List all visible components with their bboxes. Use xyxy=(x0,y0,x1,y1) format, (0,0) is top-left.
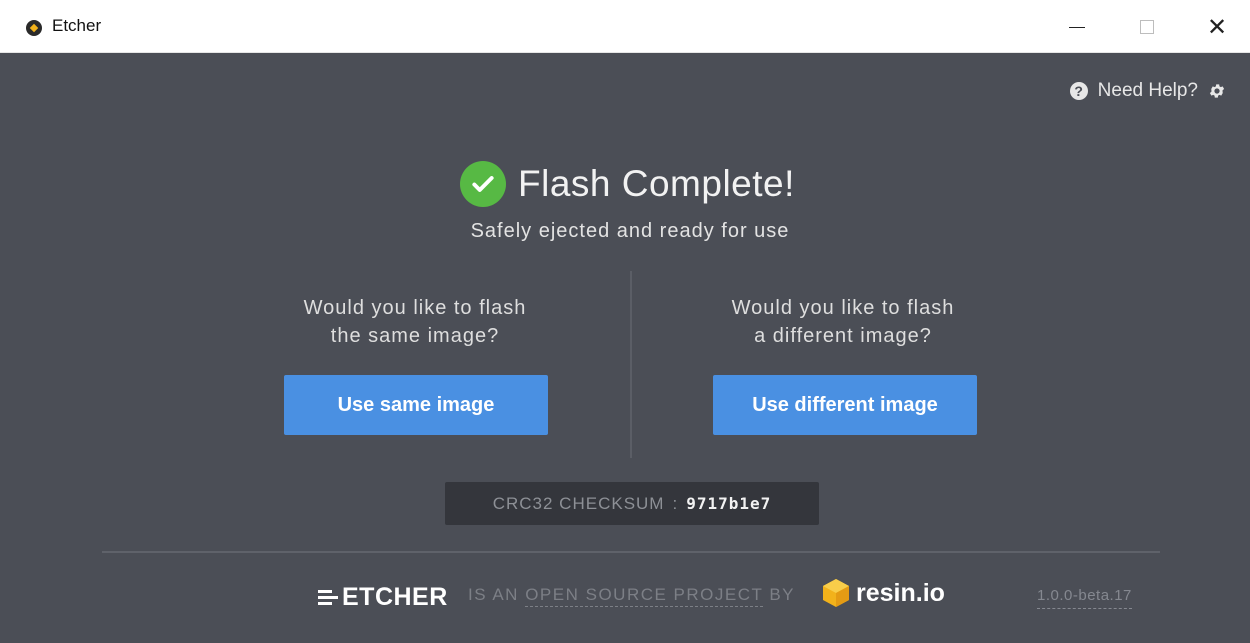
flash-complete-heading: Flash Complete! xyxy=(460,161,795,207)
page-subtitle: Safely ejected and ready for use xyxy=(470,220,790,242)
check-circle-icon xyxy=(460,161,506,207)
question-circle-icon[interactable]: ? xyxy=(1069,82,1088,100)
page-title: Flash Complete! xyxy=(518,163,795,204)
checksum-value: 9717b1e7 xyxy=(686,494,772,513)
different-image-prompt-line1: Would you like to flash xyxy=(731,297,955,319)
main-content: ? Need Help? Flash Complete! Safely ejec… xyxy=(10,53,1250,643)
footer-attribution: IS AN OPEN SOURCE PROJECT BY xyxy=(468,585,796,607)
etcher-logo-text: ETCHER xyxy=(342,583,448,611)
resin-cube-icon xyxy=(823,579,849,607)
checksum-separator: : xyxy=(672,493,679,513)
version-label[interactable]: 1.0.0-beta.17 xyxy=(1037,587,1132,609)
gear-icon[interactable] xyxy=(1208,82,1226,100)
resin-io-logo[interactable]: resin.io xyxy=(822,578,945,608)
window-title: Etcher xyxy=(52,16,102,35)
header-actions: ? Need Help? xyxy=(1069,80,1226,102)
footer-text-suffix: BY xyxy=(769,585,796,604)
title-bar: Etcher ✕ xyxy=(0,0,1250,53)
different-image-prompt-line2: a different image? xyxy=(754,325,932,347)
footer-divider xyxy=(102,551,1160,553)
etcher-logo-lines-icon xyxy=(318,589,338,607)
maximize-button[interactable] xyxy=(1124,10,1170,44)
checksum-label: CRC32 CHECKSUM xyxy=(492,493,665,513)
same-image-prompt: Would you like to flash the same image? xyxy=(265,294,565,350)
resin-io-text: resin.io xyxy=(856,578,945,607)
footer-text-prefix: IS AN xyxy=(468,585,519,604)
use-same-image-button[interactable]: Use same image xyxy=(284,375,548,435)
etcher-window: Etcher ✕ ? Need Help? Flash Complete! Sa… xyxy=(0,0,1250,643)
maximize-icon xyxy=(1140,20,1154,34)
close-icon: ✕ xyxy=(1206,13,1228,41)
minimize-icon xyxy=(1069,26,1085,28)
minimize-button[interactable] xyxy=(1054,10,1100,44)
different-image-prompt: Would you like to flash a different imag… xyxy=(693,294,993,350)
vertical-divider xyxy=(630,271,632,458)
same-image-prompt-line2: the same image? xyxy=(330,325,500,347)
etcher-app-icon xyxy=(26,20,42,36)
etcher-logo[interactable]: ETCHER xyxy=(318,583,448,612)
need-help-link[interactable]: Need Help? xyxy=(1098,80,1198,102)
use-different-image-button[interactable]: Use different image xyxy=(713,375,977,435)
open-source-link[interactable]: OPEN SOURCE PROJECT xyxy=(525,585,764,607)
close-button[interactable]: ✕ xyxy=(1194,10,1240,44)
same-image-prompt-line1: Would you like to flash xyxy=(303,297,527,319)
checksum-box: CRC32 CHECKSUM : 9717b1e7 xyxy=(445,482,819,525)
